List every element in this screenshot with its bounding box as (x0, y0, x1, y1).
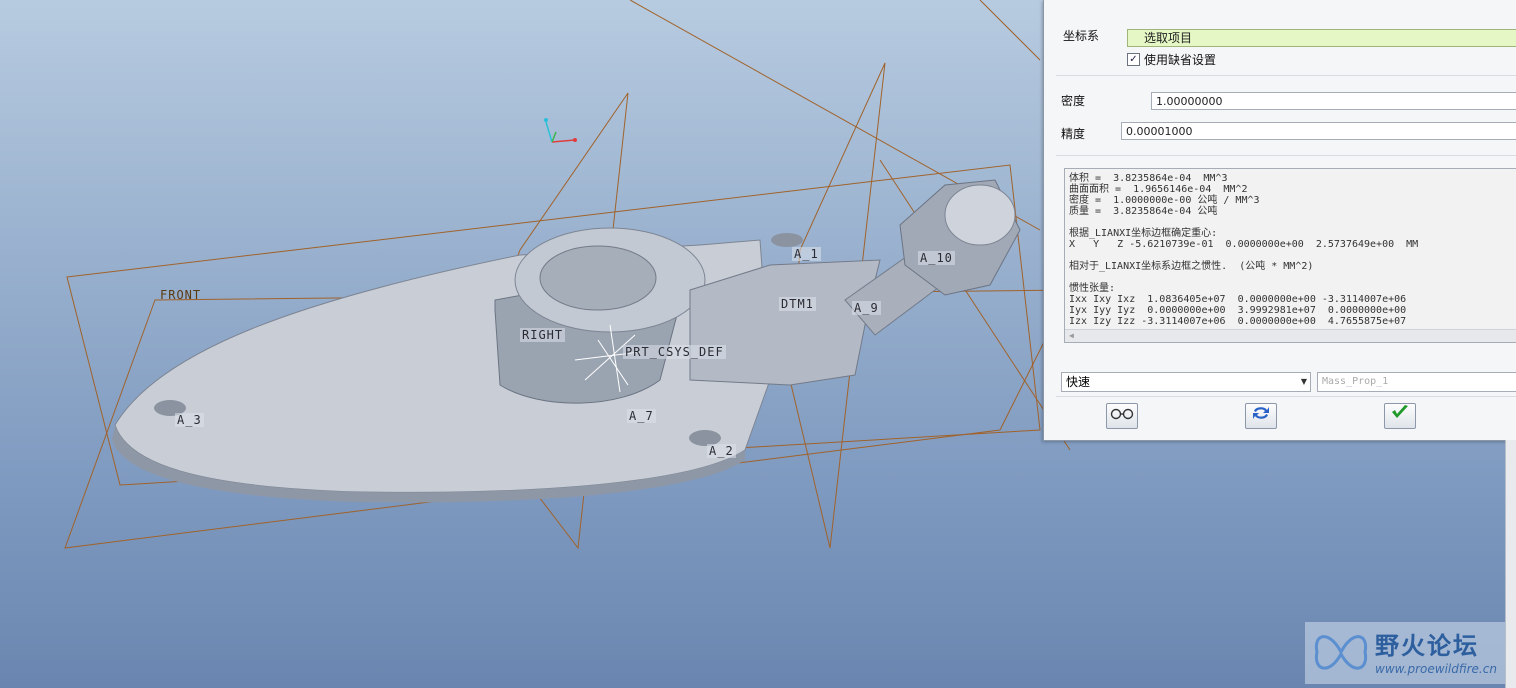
results-text: 体积 = 3.8235864e-04 MM^3 曲面面积 = 1.9656146e… (1069, 173, 1418, 327)
result-tensor-row: Iyx Iyy Iyz 0.0000000e+00 3.9992981e+07 … (1069, 305, 1407, 316)
right-toolbar-strip[interactable] (1505, 440, 1516, 688)
chevron-down-icon: ▼ (1300, 377, 1307, 386)
result-inertia-title: 相对于_LIANXI坐标系边框之惯性. (公吨 * MM^2) (1069, 261, 1314, 272)
mode-select[interactable]: 快速 ▼ (1061, 372, 1311, 392)
result-surface-area: 曲面面积 = 1.9656146e-04 MM^2 (1069, 184, 1248, 195)
separator (1056, 155, 1516, 156)
accuracy-label: 精度 (1061, 127, 1086, 141)
axis-label-a2[interactable]: A_2 (707, 444, 736, 458)
result-mass: 质量 = 3.8235864e-04 公吨 (1069, 206, 1218, 217)
feature-name-input[interactable]: Mass_Prop_1 (1317, 372, 1516, 392)
preview-button[interactable] (1106, 403, 1138, 429)
axis-label-a1[interactable]: A_1 (792, 247, 821, 261)
datum-label-dtm1[interactable]: DTM1 (779, 297, 816, 311)
axis-label-a9[interactable]: A_9 (852, 301, 881, 315)
watermark-url: www.proewildfire.cn (1375, 662, 1497, 676)
axis-label-a10[interactable]: A_10 (918, 251, 955, 265)
forum-watermark: 野火论坛 www.proewildfire.cn (1305, 622, 1505, 684)
watermark-logo-icon (1314, 635, 1368, 670)
result-tensor-row: Izx Izy Izz -3.3114007e+06 0.0000000e+00… (1069, 316, 1407, 327)
datum-label-front[interactable]: FRONT (158, 288, 203, 302)
separator (1056, 75, 1516, 76)
scroll-left-icon[interactable]: ◀ (1069, 330, 1074, 341)
datum-axis-diagonal-2 (979, 0, 1041, 61)
mode-select-value: 快速 (1066, 375, 1091, 389)
axis-label-a3[interactable]: A_3 (175, 413, 204, 427)
result-density: 密度 = 1.0000000e-00 公吨 / MM^3 (1069, 195, 1260, 206)
use-default-label: 使用缺省设置 (1144, 53, 1217, 67)
result-tensor-row: Ixx Ixy Ixz 1.0836405e+07 0.0000000e+00 … (1069, 294, 1407, 305)
separator (1056, 396, 1516, 397)
result-tensor-title: 惯性张量: (1069, 283, 1116, 294)
boss-hole (539, 245, 657, 311)
checkmark-icon (1392, 405, 1408, 418)
datum-label-right[interactable]: RIGHT (520, 328, 566, 342)
confirm-button[interactable] (1384, 403, 1416, 429)
accuracy-input[interactable]: 0.00001000 (1121, 122, 1516, 140)
refresh-icon (1253, 407, 1269, 419)
result-volume: 体积 = 3.8235864e-04 MM^3 (1069, 173, 1228, 184)
mass-properties-dialog: 坐标系 选取项目 ✓ 使用缺省设置 密度 1.00000000 精度 0.000… (1043, 0, 1516, 441)
nut-face (944, 184, 1016, 246)
glasses-icon (1110, 408, 1134, 420)
datum-label-prt-csys[interactable]: PRT_CSYS_DEF (623, 345, 726, 359)
csys-label: 坐标系 (1063, 29, 1100, 43)
density-label: 密度 (1061, 94, 1086, 108)
result-cg-values: X Y Z -5.6210739e-01 0.0000000e+00 2.573… (1069, 239, 1419, 250)
use-default-checkbox[interactable]: ✓ (1127, 53, 1140, 66)
result-cg-title: 根据_LIANXI坐标边框确定重心: (1069, 228, 1218, 239)
hole-a1 (771, 233, 803, 247)
view-triad-icon (544, 118, 577, 143)
regenerate-button[interactable] (1245, 403, 1277, 429)
axis-label-a7[interactable]: A_7 (627, 409, 656, 423)
csys-selector[interactable]: 选取项目 (1127, 29, 1516, 47)
watermark-title: 野火论坛 (1375, 632, 1479, 660)
results-panel[interactable]: 体积 = 3.8235864e-04 MM^3 曲面面积 = 1.9656146e… (1064, 168, 1516, 343)
density-input[interactable]: 1.00000000 (1151, 92, 1516, 110)
horizontal-scrollbar[interactable]: ◀ (1065, 329, 1516, 342)
